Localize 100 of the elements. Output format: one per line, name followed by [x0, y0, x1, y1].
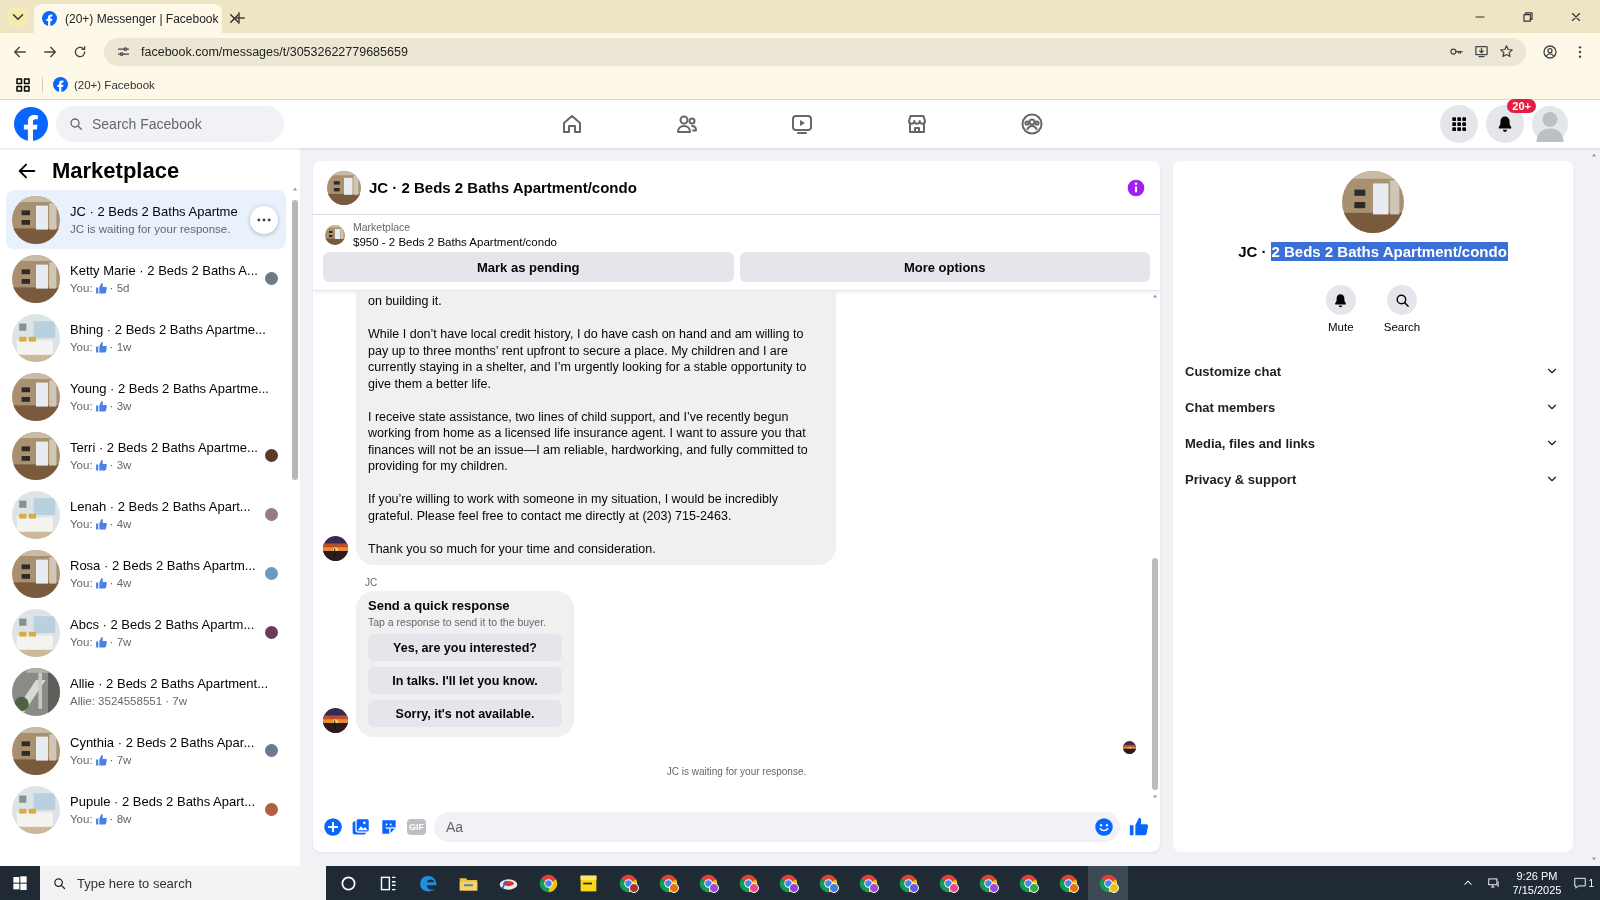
- chat-name: JC ·: [1238, 243, 1267, 260]
- message-preview: You:: [70, 754, 93, 766]
- facebook-logo-icon[interactable]: [14, 107, 48, 141]
- install-icon[interactable]: [1474, 44, 1489, 59]
- message-preview: You:: [70, 400, 93, 412]
- scroll-up-icon[interactable]: [291, 186, 299, 192]
- scrollbar[interactable]: [1152, 558, 1158, 790]
- windows-icon: [12, 875, 28, 891]
- conversation-title: Young · 2 Beds 2 Baths Apartme...: [70, 380, 270, 396]
- conversation-item[interactable]: Terri · 2 Beds 2 Baths Apartme... You: · 3w: [6, 426, 286, 485]
- thumbs-up-icon: [94, 635, 108, 649]
- scroll-down-icon[interactable]: [1151, 794, 1159, 800]
- message-preview: You:: [70, 813, 93, 825]
- apps-icon[interactable]: [14, 75, 32, 94]
- notification-badge: 20+: [1507, 99, 1536, 113]
- message-preview: You:: [70, 282, 93, 294]
- conversation-item[interactable]: JC · 2 Beds 2 Baths Apartme JC is waiting for your response.: [6, 190, 286, 249]
- message-preview: You:: [70, 341, 93, 353]
- message-preview: JC is waiting for your response.: [70, 223, 231, 235]
- message-text: If you’re willing to work with someone in my situation, I would be incredibly grateful. Please feel free to contact me directly at (203) 715-2463.: [368, 491, 779, 524]
- conversation-title: Pupule · 2 Beds 2 Baths Apart...: [70, 793, 255, 809]
- search-field[interactable]: Search Facebook: [56, 106, 284, 142]
- address-bar[interactable]: facebook.com/messages/t/30532622779685659: [104, 37, 1526, 66]
- sticker-icon[interactable]: [379, 817, 399, 837]
- quick-reply-button[interactable]: Yes, are you interested?: [368, 634, 562, 661]
- chrome-icon: [537, 872, 559, 894]
- message-time: · 7w: [109, 636, 132, 648]
- emoji-icon[interactable]: [1094, 817, 1114, 837]
- section-header[interactable]: Chat members: [1185, 389, 1559, 425]
- conversation-title: Rosa · 2 Beds 2 Baths Apartm...: [70, 557, 255, 573]
- message-time: · 7w: [109, 754, 132, 766]
- notification-icon[interactable]: [1573, 876, 1588, 890]
- search-button[interactable]: Search: [1383, 285, 1421, 333]
- section-header[interactable]: Media, files and links: [1185, 425, 1559, 461]
- message-time: · 8w: [109, 813, 132, 825]
- site-settings-icon[interactable]: [116, 44, 131, 59]
- message-field[interactable]: Aa: [434, 812, 1120, 842]
- reload-icon[interactable]: [72, 43, 88, 60]
- message-preview: You:: [70, 459, 93, 471]
- action-button[interactable]: Mark as pending: [323, 252, 734, 282]
- conversation-item[interactable]: Cynthia · 2 Beds 2 Baths Apar... You: · 7w: [6, 721, 286, 780]
- thumbs-up-icon: [94, 517, 108, 531]
- scrollbar[interactable]: [292, 200, 298, 480]
- conversation-item[interactable]: Lenah · 2 Beds 2 Baths Apart... You: · 4w: [6, 485, 286, 544]
- message-time: · 1w: [109, 341, 132, 353]
- status-text: JC is waiting for your response.: [665, 766, 808, 777]
- thumbs-up-icon: [94, 458, 108, 472]
- message-text: I receive state assistance, two lines of child support, and I’ve recently begun working from home as a licensed life insurance agent. I want to assure you that finances will not be an issue—I am reliable, hardworking, and fully committed to providing for my children.: [368, 408, 809, 475]
- clock-date: 7/15/2025: [1512, 883, 1562, 897]
- message-text: Thank you so much for your time and consideration.: [368, 540, 657, 557]
- thumbs-up-icon: [94, 576, 108, 590]
- new-tab-icon[interactable]: [230, 9, 248, 27]
- thumbs-up-icon[interactable]: [1128, 816, 1150, 838]
- clock-time: 9:26 PM: [1516, 869, 1558, 883]
- bookmark-link[interactable]: (20+) Facebook: [53, 77, 155, 92]
- star-icon[interactable]: [1499, 44, 1514, 59]
- tab-list-button[interactable]: [8, 7, 28, 27]
- quick-reply-button[interactable]: Sorry, it's not available.: [368, 700, 562, 727]
- conversation-item[interactable]: Bhing · 2 Beds 2 Baths Apartme... You: · 1w: [6, 308, 286, 367]
- message-text: While I don’t have local credit history, I do have cash on hand and am willing to pay up to three months’ rent upfront to secure a place. My children and I are currently staying in a shelter, and I’m urgently looking for a stable opportunity to give them a better life.: [368, 326, 808, 392]
- profile-icon[interactable]: [1542, 43, 1558, 60]
- thumbs-up-icon: [94, 281, 108, 295]
- scroll-down-icon[interactable]: [1590, 856, 1598, 862]
- conversation-item[interactable]: Rosa · 2 Beds 2 Baths Apartm... You: · 4w: [6, 544, 286, 603]
- grid-icon: [1449, 114, 1469, 134]
- conversation-item[interactable]: Young · 2 Beds 2 Baths Apartme... You: · 3w: [6, 367, 286, 426]
- notification-count: 1: [1588, 877, 1594, 889]
- scroll-up-icon[interactable]: [1151, 293, 1159, 299]
- conversation-title: JC · 2 Beds 2 Baths Apartme: [70, 204, 239, 219]
- thumbs-up-icon: [94, 399, 108, 413]
- conversation-title: Bhing · 2 Beds 2 Baths Apartme...: [70, 321, 267, 337]
- scroll-up-icon[interactable]: [1590, 152, 1598, 158]
- section-header[interactable]: Privacy & support: [1185, 461, 1559, 497]
- conversation-item[interactable]: Ketty Marie · 2 Beds 2 Baths A... You: · 5d: [6, 249, 286, 308]
- quick-reply-button[interactable]: In talks. I'll let you know.: [368, 667, 562, 694]
- chat-title: JC · 2 Beds 2 Baths Apartment/condo: [369, 179, 638, 196]
- conversation-item[interactable]: Abcs · 2 Beds 2 Baths Apartm... You: · 7w: [6, 603, 286, 662]
- conversation-item[interactable]: Pupule · 2 Beds 2 Baths Apart... You: · 8w: [6, 780, 286, 839]
- taskbar-app[interactable]: [1088, 866, 1128, 900]
- message-time: · 3w: [109, 459, 132, 471]
- chat-name: 2 Beds 2 Baths Apartment/condo: [1270, 242, 1508, 261]
- restore-icon[interactable]: [1521, 9, 1535, 24]
- section-header[interactable]: Customize chat: [1185, 353, 1559, 389]
- thumbs-up-icon: [94, 340, 108, 354]
- card-subtitle: Tap a response to send it to the buyer.: [368, 616, 548, 628]
- conversation-item[interactable]: Allie · 2 Beds 2 Baths Apartment... Allie: 3524558551 · 7w: [6, 662, 286, 721]
- group-icon: [1019, 112, 1044, 136]
- info-icon[interactable]: [1126, 177, 1146, 198]
- taskbar-search-field[interactable]: Type here to search: [40, 866, 326, 900]
- message-preview: You:: [70, 636, 93, 648]
- thumbs-up-icon: [94, 812, 108, 826]
- facebook-logo-icon: [42, 11, 57, 26]
- plus-icon[interactable]: [323, 817, 343, 837]
- image-icon[interactable]: [351, 817, 371, 837]
- search-icon: [52, 876, 67, 891]
- card-title: Send a quick response: [368, 598, 511, 613]
- action-button[interactable]: More options: [739, 252, 1150, 282]
- network-icon[interactable]: [1486, 876, 1501, 890]
- message-preview: You:: [70, 577, 93, 589]
- menu-button[interactable]: [1440, 105, 1478, 143]
